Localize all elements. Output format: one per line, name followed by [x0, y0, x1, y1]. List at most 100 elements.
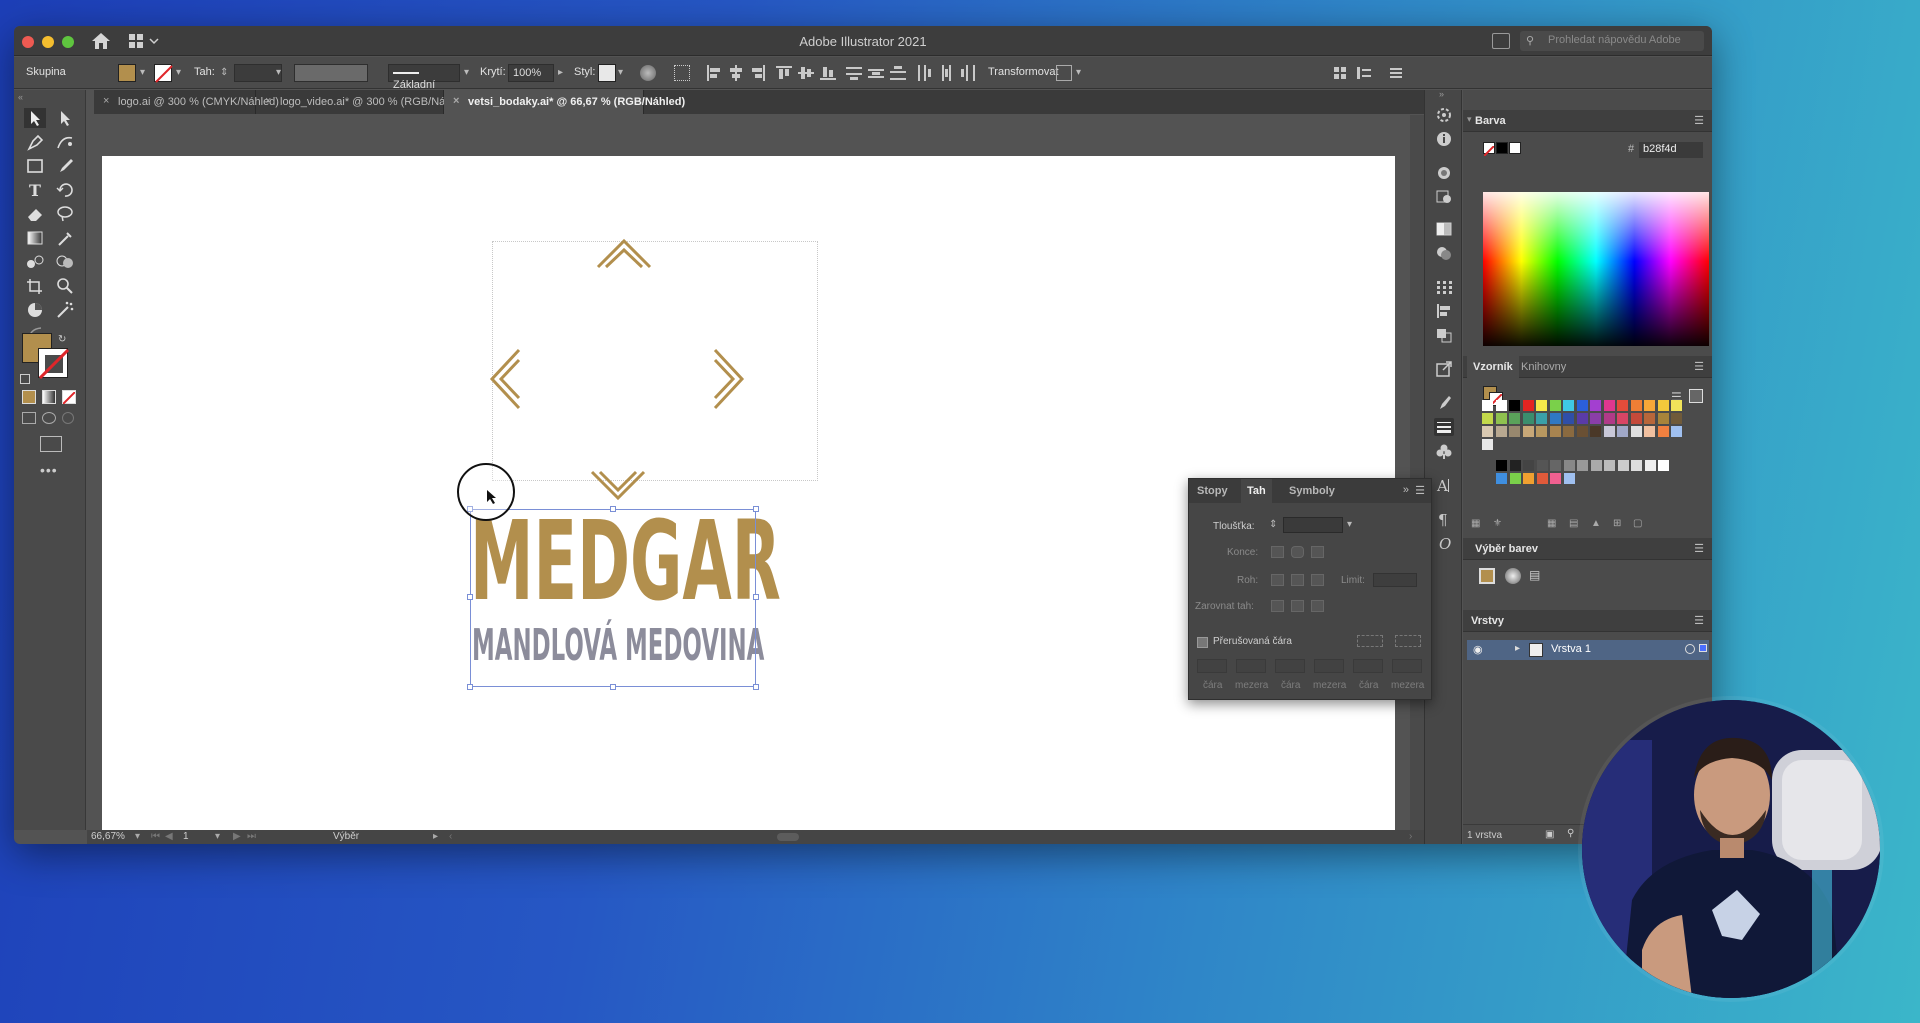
swatch-chip[interactable] [1536, 400, 1547, 411]
brush-definition-select[interactable]: Základní [388, 64, 460, 91]
draw-behind-icon[interactable] [42, 412, 56, 424]
swatch-chip[interactable] [1536, 413, 1547, 424]
eyedropper-tool-icon[interactable] [54, 228, 76, 248]
miter-join-icon[interactable] [1271, 574, 1284, 586]
eraser-tool-icon[interactable] [24, 204, 46, 224]
export-layer-icon[interactable]: ▣ [1545, 829, 1554, 840]
align-stroke-center-icon[interactable] [1271, 600, 1284, 612]
swatch-chip[interactable] [1576, 413, 1588, 424]
selection-handle[interactable] [610, 684, 616, 690]
swatch-chip[interactable] [1522, 413, 1534, 424]
opacity-label[interactable]: Krytí: [480, 66, 506, 78]
collapse-toolbar-icon[interactable]: « [18, 92, 23, 102]
swatch-chip[interactable] [1509, 400, 1520, 411]
direct-selection-tool-icon[interactable] [54, 108, 76, 128]
swatch-chip[interactable] [1577, 460, 1588, 471]
weight-stepper[interactable]: ⇕ [1269, 519, 1277, 530]
graphic-styles-icon[interactable] [1434, 188, 1454, 206]
align-vertical-center-icon[interactable] [798, 65, 814, 81]
tab-swatches[interactable]: Vzorník [1467, 356, 1519, 378]
distribute-vertical-center-icon[interactable] [868, 65, 884, 81]
gap-field[interactable] [1314, 659, 1344, 673]
curvature-tool-icon[interactable] [54, 132, 76, 152]
swatch-chip[interactable] [1509, 413, 1520, 424]
swatch-chip[interactable] [1482, 426, 1493, 437]
rotate-tool-icon[interactable] [54, 180, 76, 200]
opacity-field[interactable]: 100% [508, 64, 554, 82]
vertical-scrollbar[interactable] [1410, 115, 1424, 830]
swatch-options-icon[interactable]: ▦ [1547, 518, 1556, 529]
tab-stopy[interactable]: Stopy [1197, 485, 1228, 497]
selection-handle[interactable] [610, 506, 616, 512]
none-mode-icon[interactable] [62, 390, 76, 405]
layer-target-icon[interactable] [1685, 644, 1695, 654]
stroke-panel-icon[interactable] [1434, 418, 1454, 436]
transparency-icon[interactable] [1434, 244, 1454, 262]
swatch-chip[interactable] [1563, 473, 1575, 484]
chevron-ornament[interactable] [472, 228, 772, 518]
swatch-chip[interactable] [1536, 426, 1547, 437]
transform-link[interactable]: Transformovat [988, 66, 1059, 78]
swatch-chip[interactable] [1482, 413, 1493, 424]
layer-row[interactable]: ◉ ▸ Vrstva 1 [1467, 640, 1709, 660]
expand-panels-icon[interactable]: » [1439, 89, 1444, 99]
align-bottom-icon[interactable] [820, 65, 836, 81]
stroke-swatch-large[interactable] [38, 348, 70, 380]
color-harmony-icon[interactable] [1505, 568, 1521, 584]
preserve-dash-icon[interactable] [1357, 635, 1383, 647]
tab-logo-cmyk[interactable]: × logo.ai @ 300 % (CMYK/Náhled) [94, 90, 279, 114]
butt-cap-icon[interactable] [1271, 546, 1284, 558]
gap-field[interactable] [1236, 659, 1266, 673]
stroke-color-swatch[interactable] [154, 64, 173, 83]
align-stroke-inside-icon[interactable] [1291, 600, 1304, 612]
artboard-dropdown-icon[interactable]: ▾ [215, 831, 220, 842]
status-menu-arrow-icon[interactable]: ▸ [433, 831, 438, 842]
transform-panel-icon[interactable] [1434, 278, 1454, 296]
paintbrush-tool-icon[interactable] [54, 156, 76, 176]
swatch-chip[interactable] [1671, 426, 1682, 437]
brushes-icon[interactable] [1434, 394, 1454, 412]
properties-icon[interactable] [1434, 106, 1454, 124]
lasso-tool-icon[interactable] [54, 204, 76, 224]
rectangle-tool-icon[interactable] [24, 156, 46, 176]
align-stroke-outside-icon[interactable] [1311, 600, 1324, 612]
zoom-level[interactable]: 66,67% [91, 831, 125, 842]
swatch-chip[interactable] [1671, 400, 1682, 411]
swatch-chip[interactable] [1590, 400, 1601, 411]
swatch-chip[interactable] [1509, 460, 1521, 471]
swatch-chip[interactable] [1523, 460, 1534, 471]
zoom-tool-icon[interactable] [54, 276, 76, 296]
align-to-icon[interactable] [674, 65, 690, 81]
align-top-icon[interactable] [776, 65, 792, 81]
selection-handle[interactable] [467, 684, 473, 690]
style-dropdown-icon[interactable]: ▾ [618, 67, 623, 78]
swatch-chip[interactable] [1495, 426, 1507, 437]
visibility-eye-icon[interactable]: ◉ [1473, 643, 1483, 656]
swatch-chip[interactable] [1576, 426, 1588, 437]
brush-dropdown-icon[interactable]: ▾ [464, 67, 469, 78]
fill-color-swatch[interactable] [118, 64, 136, 82]
round-cap-icon[interactable] [1291, 546, 1304, 558]
gradient-mode-icon[interactable] [42, 390, 56, 404]
swatch-chip[interactable] [1563, 426, 1574, 437]
first-artboard-icon[interactable]: ⏮ [151, 831, 160, 842]
color-panel-header[interactable]: Barva ☰ [1463, 110, 1712, 132]
swatch-chip[interactable] [1536, 460, 1548, 471]
pie-graph-tool-icon[interactable] [24, 300, 46, 320]
weight-dropdown-icon[interactable]: ▾ [1347, 519, 1352, 530]
control-menu-icon[interactable] [1388, 65, 1404, 81]
quick-actions-icon[interactable] [1356, 65, 1372, 81]
selection-handle[interactable] [753, 594, 759, 600]
align-left-icon[interactable] [706, 65, 722, 81]
swatch-chip[interactable] [1603, 426, 1615, 437]
swatch-chip[interactable] [1522, 400, 1534, 411]
isolate-dropdown-icon[interactable]: ▾ [1076, 67, 1081, 78]
swatch-chip[interactable] [1550, 460, 1561, 471]
new-color-group-icon[interactable]: ▲ [1591, 518, 1601, 529]
variable-width-profile[interactable] [294, 64, 368, 82]
blend-tool-icon[interactable] [24, 252, 46, 272]
gap-field[interactable] [1392, 659, 1422, 673]
draw-normal-icon[interactable] [22, 412, 36, 424]
swatch-chip[interactable] [1549, 426, 1561, 437]
selection-bounding-box[interactable] [467, 506, 759, 690]
